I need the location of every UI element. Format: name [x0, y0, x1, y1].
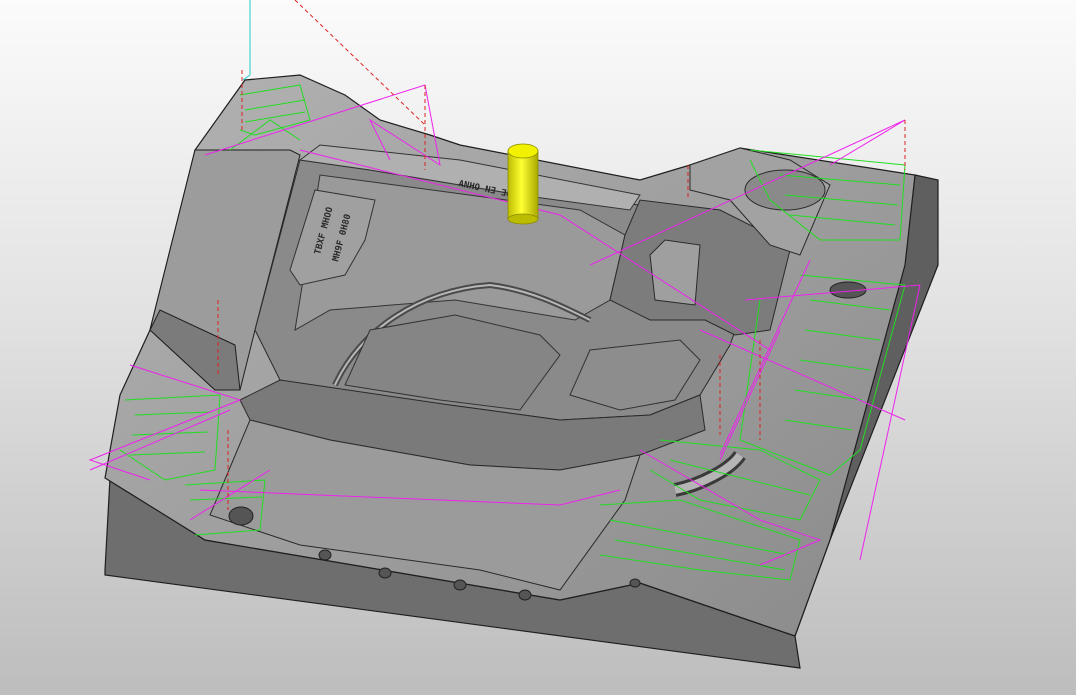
hole	[228, 506, 254, 526]
hole	[318, 549, 332, 561]
round-boss	[744, 169, 826, 211]
3d-viewport[interactable]: ANHO N∃ ∃QAM TBXF MHOO MH9F 0H80	[0, 0, 1076, 695]
right-boss	[649, 239, 701, 306]
tool-shank	[507, 150, 539, 220]
cutting-tool[interactable]	[507, 143, 539, 225]
hole	[378, 567, 392, 579]
hole	[518, 589, 532, 601]
cad-scene[interactable]: ANHO N∃ ∃QAM TBXF MHOO MH9F 0H80	[0, 0, 1076, 695]
hole	[629, 578, 641, 588]
hole	[453, 579, 467, 591]
tool-top	[507, 143, 539, 159]
tool-axis-lines	[242, 0, 251, 81]
tool-bottom	[507, 213, 539, 225]
